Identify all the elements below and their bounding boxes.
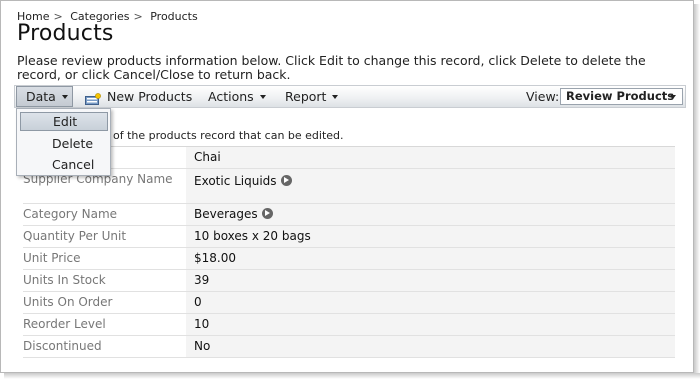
form-row: Unit Price $18.00 (23, 248, 675, 270)
new-products-label: New Products (107, 89, 193, 104)
field-value-supplier: Exotic Liquids (186, 169, 675, 203)
field-label: Discontinued (23, 339, 102, 353)
form-row: Units In Stock 39 (23, 270, 675, 292)
form-row: Quantity Per Unit 10 boxes x 20 bags (23, 226, 675, 248)
product-form: Chai Supplier Company Name Exotic Liquid… (23, 146, 675, 358)
view-selector[interactable]: Review Products (560, 88, 683, 105)
page-title: Products (17, 21, 114, 46)
field-label: Unit Price (23, 251, 81, 265)
field-label: Units In Stock (23, 273, 106, 287)
form-row: Chai (23, 147, 675, 169)
field-label: Category Name (23, 207, 118, 221)
report-menu-label: Report (285, 89, 327, 104)
field-value-units-in-stock: 39 (186, 270, 675, 291)
field-value-units-on-order: 0 (186, 292, 675, 313)
report-menu-button[interactable]: Report (285, 86, 339, 107)
page-frame: Home > Categories > Products Products Plea… (0, 0, 694, 373)
breadcrumb-separator: > (133, 10, 143, 23)
form-row: Reorder Level 10 (23, 314, 675, 336)
supplier-link-text: Exotic Liquids (194, 174, 277, 188)
frame-shadow (4, 373, 700, 379)
actions-menu-label: Actions (208, 89, 254, 104)
menu-item-cancel[interactable]: Cancel (20, 155, 108, 174)
action-bar: Data New Products Actions Report View: R… (14, 85, 686, 108)
go-arrow-icon[interactable] (280, 175, 292, 186)
field-label: Reorder Level (23, 317, 106, 331)
category-link-text: Beverages (194, 207, 258, 221)
go-arrow-icon[interactable] (261, 208, 273, 219)
chevron-down-icon (259, 94, 266, 99)
field-value-quantity-per-unit: 10 boxes x 20 bags (186, 226, 675, 247)
form-row: Category Name Beverages (23, 204, 675, 226)
page-description: Please review products information below… (17, 53, 646, 82)
data-dropdown-menu: Edit Delete Cancel (16, 108, 111, 176)
form-hint: of the products record that can be edite… (113, 129, 344, 142)
data-menu-label: Data (26, 89, 56, 104)
chevron-down-icon (670, 95, 676, 99)
new-products-button[interactable]: New Products (85, 86, 192, 107)
chevron-down-icon (61, 94, 68, 99)
field-value-unit-price: $18.00 (186, 248, 675, 269)
form-row: Units On Order 0 (23, 292, 675, 314)
breadcrumb-current: Products (150, 10, 198, 23)
chevron-down-icon (332, 94, 339, 99)
actions-menu-button[interactable]: Actions (208, 86, 266, 107)
field-label: Units On Order (23, 295, 113, 309)
menu-item-delete[interactable]: Delete (20, 134, 108, 153)
data-menu-button[interactable]: Data (16, 86, 73, 107)
view-selector-value: Review Products (566, 89, 675, 103)
frame-shadow (694, 4, 700, 379)
field-value-discontinued: No (186, 336, 675, 357)
field-value-reorder-level: 10 (186, 314, 675, 335)
new-record-icon (85, 90, 101, 105)
view-label: View: (526, 89, 560, 104)
form-row: Supplier Company Name Exotic Liquids (23, 169, 675, 204)
field-label: Quantity Per Unit (23, 229, 127, 243)
field-value-product-name: Chai (186, 147, 675, 168)
form-row: Discontinued No (23, 336, 675, 358)
field-value-category: Beverages (186, 204, 675, 225)
menu-item-edit[interactable]: Edit (20, 112, 108, 131)
